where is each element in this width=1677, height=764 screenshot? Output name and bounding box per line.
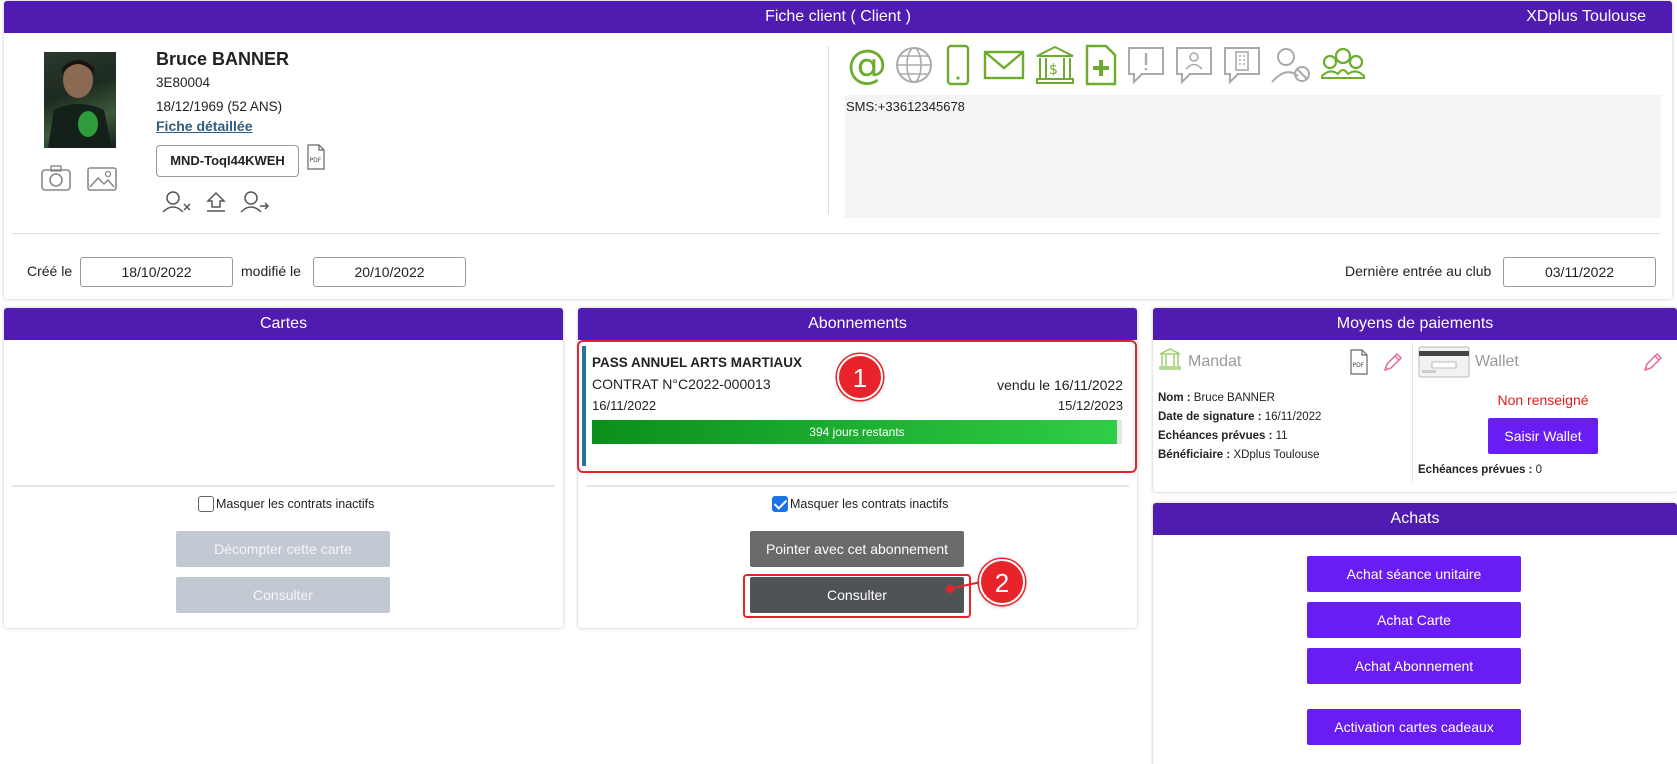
annotation-dot	[946, 585, 954, 593]
contract-start-date: 16/11/2022	[592, 398, 657, 413]
paiements-divider	[1412, 342, 1413, 482]
client-name: Bruce BANNER	[156, 49, 290, 69]
mandat-echeances: Echéances prévues : 11	[1158, 430, 1288, 442]
cartes-header: Cartes	[4, 308, 563, 340]
mandat-nom: Nom : Bruce BANNER	[1158, 392, 1275, 404]
abonnements-header: Abonnements	[578, 308, 1137, 340]
mandat-beneficiaire: Bénéficiaire : XDplus Toulouse	[1158, 449, 1320, 461]
email-at-icon[interactable]: @	[846, 42, 887, 89]
mandat-date: Date de signature : 16/11/2022	[1158, 411, 1321, 423]
last-entry-date-field[interactable]: 03/11/2022	[1503, 257, 1656, 287]
mandat-bank-icon	[1158, 347, 1182, 374]
annotation-badge-2: 2	[979, 559, 1025, 605]
sms-text: SMS:+33612345678	[846, 99, 965, 114]
mandat-pdf-icon[interactable]: PDF	[1349, 349, 1369, 378]
wallet-echeances-label: Echéances prévues :	[1418, 464, 1533, 476]
website-icon[interactable]	[894, 44, 934, 89]
client-code: 3E80004	[156, 75, 211, 90]
cartes-separator	[12, 485, 555, 487]
created-date-field[interactable]: 18/10/2022	[80, 257, 233, 287]
wallet-status: Non renseigné	[1497, 392, 1589, 408]
sms-area[interactable]: SMS:+33612345678	[845, 95, 1661, 218]
mandat-echeances-label: Echéances prévues :	[1158, 430, 1273, 442]
mandat-title: Mandat	[1188, 353, 1242, 370]
contract-name: PASS ANNUEL ARTS MARTIAUX	[592, 355, 803, 370]
abonnements-consulter-button[interactable]: Consulter	[750, 577, 964, 613]
mandat-echeances-value: 11	[1275, 430, 1288, 442]
wallet-edit-icon[interactable]	[1642, 351, 1664, 376]
medical-file-icon[interactable]	[1084, 44, 1118, 89]
transfer-user-icon[interactable]	[240, 190, 270, 217]
portrait-image	[48, 60, 112, 148]
pointer-abonnement-button[interactable]: Pointer avec cet abonnement	[750, 531, 964, 567]
contract-end-date: 15/12/2023	[1057, 398, 1123, 413]
created-label: Créé le	[27, 263, 73, 279]
alert-message-icon[interactable]	[1126, 44, 1166, 89]
image-icon[interactable]	[86, 166, 118, 195]
wallet-echeances-value: 0	[1535, 464, 1543, 476]
mandate-ref-button[interactable]: MND-ToqI44KWEH	[156, 145, 299, 177]
client-birthdate: 18/12/1969 (52 ANS)	[156, 99, 283, 114]
mandat-nom-label: Nom :	[1158, 392, 1191, 404]
horizontal-divider	[12, 233, 1660, 234]
upload-icon[interactable]	[204, 190, 228, 217]
group-icon[interactable]	[1320, 44, 1366, 89]
mandat-date-label: Date de signature :	[1158, 411, 1262, 423]
mandat-benef-label: Bénéficiaire :	[1158, 449, 1231, 461]
page-title: Fiche client ( Client )	[765, 8, 911, 25]
mandat-benef-value: XDplus Toulouse	[1233, 449, 1320, 461]
company-message-icon[interactable]	[1222, 44, 1262, 89]
contract-remaining-days: 394 jours restants	[809, 425, 905, 439]
cartes-hide-checkbox[interactable]	[198, 496, 214, 512]
mobile-phone-icon[interactable]	[942, 44, 974, 89]
modified-date-field[interactable]: 20/10/2022	[313, 257, 466, 287]
wallet-title: Wallet	[1475, 353, 1519, 370]
abonnements-hide-inactive[interactable]: Masquer les contrats inactifs	[772, 496, 948, 512]
achats-header: Achats	[1153, 503, 1677, 535]
bank-icon[interactable]: $	[1034, 44, 1076, 89]
saisir-wallet-button[interactable]: Saisir Wallet	[1488, 418, 1598, 454]
mail-envelope-icon[interactable]	[982, 44, 1026, 89]
last-entry-label: Dernière entrée au club	[1345, 263, 1492, 279]
paiements-header: Moyens de paiements	[1153, 308, 1677, 340]
contract-sold-date: vendu le 16/11/2022	[997, 377, 1123, 393]
mandat-date-value: 16/11/2022	[1264, 411, 1322, 423]
achat-seance-button[interactable]: Achat séance unitaire	[1307, 556, 1521, 592]
contact-icons: @ $	[846, 42, 1366, 89]
camera-icon[interactable]	[40, 164, 72, 195]
contract-progress-track: 394 jours restants	[592, 420, 1122, 444]
cartes-hide-label: Masquer les contrats inactifs	[216, 497, 375, 511]
svg-text:PDF: PDF	[1353, 362, 1365, 369]
svg-text:$: $	[1049, 62, 1058, 78]
client-photo[interactable]	[44, 52, 116, 148]
mandat-nom-value: Bruce BANNER	[1193, 392, 1275, 404]
modified-label: modifié le	[241, 263, 301, 279]
club-name: XDplus Toulouse	[1526, 8, 1646, 25]
svg-text:PDF: PDF	[310, 157, 322, 164]
mandat-edit-icon[interactable]	[1382, 351, 1404, 376]
contract-accent	[582, 346, 586, 466]
cartes-consulter-button[interactable]: Consulter	[176, 577, 390, 613]
pdf-icon[interactable]: PDF	[306, 144, 326, 173]
contact-message-icon[interactable]	[1174, 44, 1214, 89]
client-header: Fiche client ( Client ) XDplus Toulouse	[4, 1, 1672, 33]
annotation-badge-1: 1	[837, 354, 883, 400]
vertical-divider	[828, 46, 829, 214]
achat-abonnement-button[interactable]: Achat Abonnement	[1307, 648, 1521, 684]
remove-user-icon[interactable]	[162, 190, 192, 217]
wallet-card-icon	[1418, 346, 1470, 381]
user-blocked-icon[interactable]	[1270, 44, 1312, 89]
detail-link[interactable]: Fiche détaillée	[156, 118, 252, 134]
svg-text:@: @	[847, 44, 886, 86]
achat-carte-button[interactable]: Achat Carte	[1307, 602, 1521, 638]
activation-cadeaux-button[interactable]: Activation cartes cadeaux	[1307, 709, 1521, 745]
abonnements-separator	[586, 485, 1129, 487]
wallet-echeances: Echéances prévues : 0	[1418, 464, 1542, 476]
abonnements-hide-checkbox[interactable]	[772, 496, 788, 512]
cartes-hide-inactive[interactable]: Masquer les contrats inactifs	[198, 496, 374, 512]
abonnements-hide-label: Masquer les contrats inactifs	[790, 497, 949, 511]
decompter-card-button[interactable]: Décompter cette carte	[176, 531, 390, 567]
contract-number: CONTRAT N°C2022-000013	[592, 376, 771, 392]
